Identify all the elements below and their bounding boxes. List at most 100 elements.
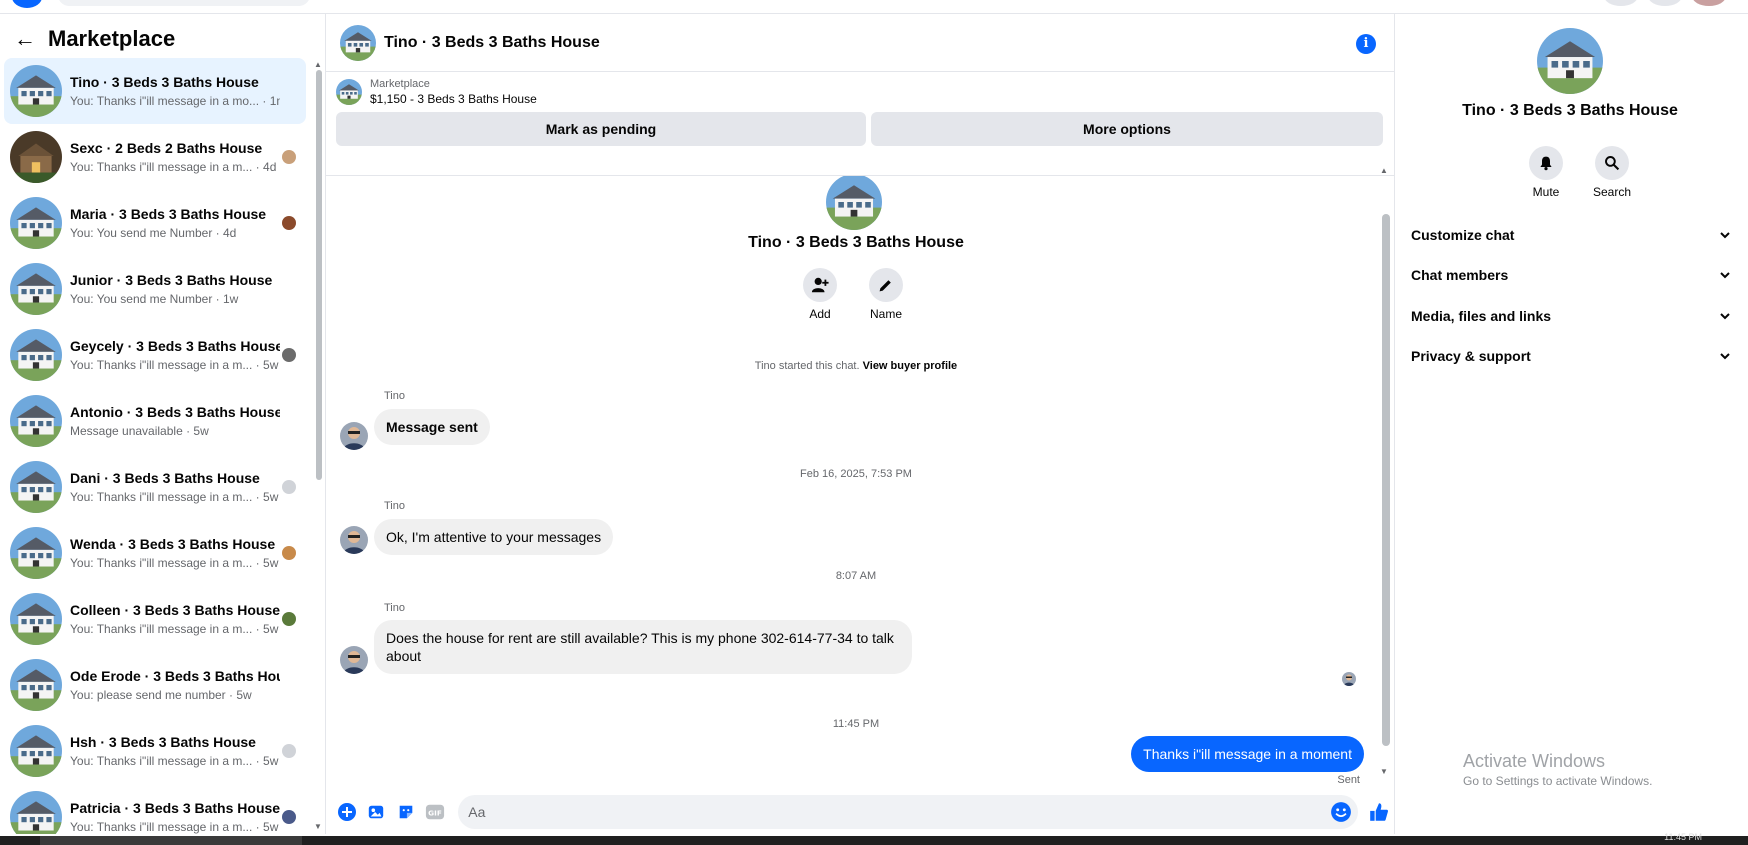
back-arrow-icon[interactable]: ← — [14, 26, 42, 52]
listing-price: $1,150 - 3 Beds 3 Baths House — [370, 92, 537, 106]
sidebar-title: Marketplace — [48, 26, 176, 51]
privacy-support-section[interactable]: Privacy & support — [1411, 339, 1731, 373]
listing-thumbnail — [336, 79, 362, 105]
profile-avatar[interactable] — [1692, 0, 1726, 6]
conversation-item[interactable]: Hsh · 3 Beds 3 Baths House You: Thanks i"… — [4, 718, 306, 784]
conversation-name: Tino · 3 Beds 3 Baths House — [70, 74, 259, 90]
add-person-button[interactable] — [803, 268, 837, 302]
search-label: Search — [1592, 185, 1632, 199]
gif-icon[interactable]: GIF — [425, 801, 447, 823]
sender-label: Tino — [384, 602, 405, 614]
mute-label: Mute — [1532, 185, 1560, 199]
search-in-chat-button[interactable] — [1595, 146, 1629, 180]
chat-members-section[interactable]: Chat members — [1411, 258, 1731, 292]
bell-icon — [1540, 156, 1552, 171]
name-action: Name — [868, 268, 904, 321]
conversation-item[interactable]: Patricia · 3 Beds 3 Baths House You: Than… — [4, 784, 306, 834]
conversation-avatar — [10, 593, 62, 645]
conversation-preview: You: You send me Number · 1w — [70, 292, 239, 306]
conversation-avatar — [10, 461, 62, 513]
mute-action: Mute — [1521, 146, 1571, 199]
chat-pane: Tino · 3 Beds 3 Baths House i Marketplac… — [326, 14, 1394, 834]
conversation-item[interactable]: Dani · 3 Beds 3 Baths House You: Thanks i… — [4, 454, 306, 520]
scroll-down-arrow-icon[interactable]: ▼ — [314, 822, 322, 831]
conversation-avatar — [10, 263, 62, 315]
add-person-icon — [811, 277, 829, 293]
section-label: Privacy & support — [1411, 348, 1531, 364]
conversation-avatar — [10, 197, 62, 249]
sender-label: Tino — [384, 390, 405, 402]
edit-name-button[interactable] — [869, 268, 903, 302]
conversation-item[interactable]: Geycely · 3 Beds 3 Baths House You: Thank… — [4, 322, 306, 388]
incoming-message[interactable]: Does the house for rent are still availa… — [374, 620, 912, 674]
message-input[interactable] — [468, 804, 1329, 820]
conversation-avatar — [10, 329, 62, 381]
scroll-up-arrow-icon[interactable]: ▲ — [314, 60, 322, 69]
listing-info[interactable]: Marketplace $1,150 - 3 Beds 3 Baths Hous… — [336, 78, 1384, 106]
search-input[interactable] — [58, 0, 310, 6]
chat-header: Tino · 3 Beds 3 Baths House i — [326, 14, 1394, 72]
view-buyer-profile-link[interactable]: View buyer profile — [863, 360, 958, 372]
thumbs-up-icon[interactable] — [1368, 801, 1390, 823]
chat-title[interactable]: Tino · 3 Beds 3 Baths House — [384, 34, 600, 52]
search-icon — [1605, 156, 1620, 171]
media-files-links-section[interactable]: Media, files and links — [1411, 299, 1731, 333]
conversation-name: Geycely · 3 Beds 3 Baths House — [70, 338, 280, 354]
conversation-item[interactable]: Maria · 3 Beds 3 Baths House You: You sen… — [4, 190, 306, 256]
chevron-down-icon — [1720, 232, 1730, 239]
sender-avatar[interactable] — [340, 646, 368, 674]
top-nav-strip — [0, 0, 1748, 14]
message-input-wrapper — [458, 795, 1359, 829]
customize-chat-section[interactable]: Customize chat — [1411, 218, 1731, 252]
mark-as-pending-button[interactable]: Mark as pending — [336, 112, 866, 146]
conversation-preview: You: Thanks i"ill message in a m... · 5w — [70, 358, 279, 372]
conversation-avatar — [10, 725, 62, 777]
seen-avatar — [282, 480, 296, 494]
conversation-avatar — [10, 395, 62, 447]
conversation-item[interactable]: Colleen · 3 Beds 3 Baths House You: Thank… — [4, 586, 306, 652]
sender-avatar[interactable] — [340, 526, 368, 554]
chat-scrollbar[interactable] — [1382, 214, 1390, 746]
conversation-item[interactable]: Ode Erode · 3 Beds 3 Baths House You: ple… — [4, 652, 306, 718]
plus-icon[interactable] — [336, 801, 358, 823]
conversation-item[interactable]: Junior · 3 Beds 3 Baths House You: You se… — [4, 256, 306, 322]
started-text: Tino started this chat. — [754, 360, 860, 372]
chat-avatar[interactable] — [340, 24, 376, 61]
outgoing-message[interactable]: Thanks i"ill message in a moment — [1131, 736, 1364, 772]
sticker-icon[interactable] — [395, 801, 417, 823]
conversation-preview: You: You send me Number · 4d — [70, 226, 237, 240]
more-options-button[interactable]: More options — [871, 112, 1383, 146]
conversation-name: Patricia · 3 Beds 3 Baths House — [70, 800, 280, 816]
taskbar-clock: 11:45 PM — [1664, 832, 1702, 842]
conversation-avatar — [10, 791, 62, 834]
conversation-name: Ode Erode · 3 Beds 3 Baths House — [70, 668, 280, 684]
sidebar-scrollbar[interactable] — [316, 70, 322, 480]
section-label: Chat members — [1411, 267, 1509, 283]
info-icon[interactable]: i — [1356, 34, 1376, 54]
conversation-item[interactable]: Sexc · 2 Beds 2 Baths House You: Thanks i… — [4, 124, 306, 190]
sender-avatar[interactable] — [340, 422, 368, 450]
conversation-item[interactable]: Wenda · 3 Beds 3 Baths House You: Thanks … — [4, 520, 306, 586]
conversation-item[interactable]: Antonio · 3 Beds 3 Baths House Message un… — [4, 388, 306, 454]
sidebar-header: ← Marketplace — [0, 14, 325, 64]
conversation-name: Maria · 3 Beds 3 Baths House — [70, 206, 267, 222]
conversation-preview: You: Thanks i"ill message in a m... · 5w — [70, 556, 279, 570]
conversation-item[interactable]: Tino · 3 Beds 3 Baths House You: Thanks i… — [4, 58, 306, 124]
mute-button[interactable] — [1529, 146, 1563, 180]
incoming-message[interactable]: Ok, I'm attentive to your messages — [374, 519, 614, 555]
chat-scroll-up-icon[interactable]: ▲ — [1380, 166, 1388, 175]
photo-icon[interactable] — [366, 801, 388, 823]
messenger-icon[interactable] — [1648, 0, 1682, 6]
message-line: about — [386, 648, 422, 664]
details-avatar[interactable] — [1537, 28, 1603, 94]
taskbar-search[interactable] — [40, 836, 302, 845]
seen-avatar — [282, 150, 296, 164]
chevron-down-icon — [1720, 353, 1730, 360]
chat-scroll-down-icon[interactable]: ▼ — [1380, 767, 1388, 776]
incoming-message[interactable]: Message sent — [374, 409, 490, 445]
emoji-icon[interactable] — [1330, 801, 1352, 823]
facebook-logo-icon[interactable] — [12, 0, 42, 8]
menu-icon[interactable] — [1604, 0, 1638, 6]
name-label: Name — [869, 307, 902, 321]
conversation-preview: You: Thanks i"ill message in a m... · 5w — [70, 490, 279, 504]
